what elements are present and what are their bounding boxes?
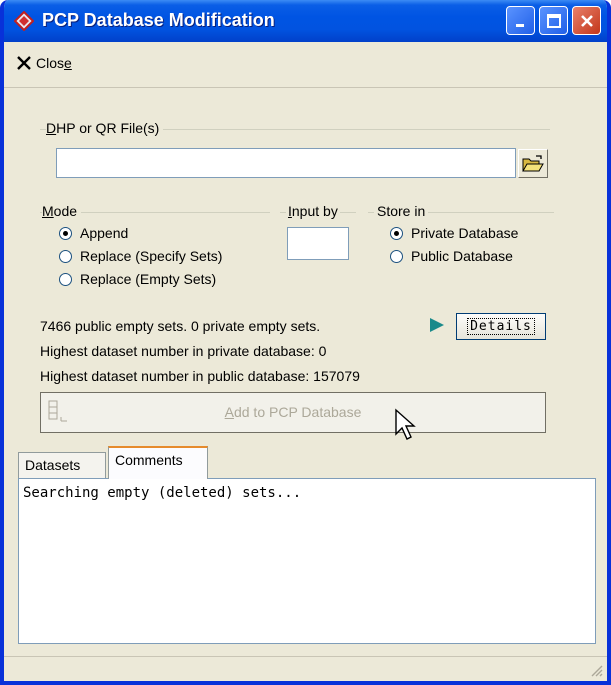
private-highest-text: Highest dataset number in private databa… [40,343,327,359]
title-bar[interactable]: PCP Database Modification [4,0,607,42]
add-label-mnemonic: A [224,404,234,420]
file-group-label: DHP or QR File(s) [46,120,164,136]
mode-replace-empty-radio[interactable]: Replace (Empty Sets) [59,271,216,287]
minimize-button[interactable] [506,6,535,35]
radio-button[interactable] [59,226,72,240]
mode-label-mnemonic: M [42,203,54,219]
store-in-label: Store in [374,203,429,219]
play-arrow-icon [430,318,444,332]
store-public-radio[interactable]: Public Database [390,248,513,264]
radio-button[interactable] [59,272,72,286]
cursor-icon [395,408,416,440]
radio-label: Public Database [411,248,513,264]
browse-button[interactable] [518,149,548,178]
x-close-icon [17,56,31,70]
radio-label: Private Database [411,225,519,241]
add-to-database-button[interactable]: Add to PCP Database [40,392,546,433]
mode-group-label: Mode [42,203,82,219]
radio-label: Replace (Empty Sets) [80,271,217,287]
output-text: Searching empty (deleted) sets... [23,485,302,501]
empty-sets-text: 7466 public empty sets. 0 private empty … [40,318,321,334]
close-window-button[interactable] [572,6,601,35]
close-label-mnemonic: e [64,55,72,71]
radio-label: Replace (Specify Sets) [80,248,223,264]
status-bar [4,656,607,681]
folder-open-icon [522,154,544,171]
add-button-label: Add to PCP Database [41,404,545,420]
size-grip-icon[interactable] [589,663,603,677]
public-highest-text: Highest dataset number in public databas… [40,368,360,384]
tab-comments[interactable]: Comments [108,446,208,479]
radio-button[interactable] [59,249,72,263]
close-menu-label: Close [36,55,72,71]
menu-bar: Close [4,42,607,88]
radio-button[interactable] [390,226,403,240]
mode-label-rest: ode [53,203,78,219]
close-label-text: Clos [36,55,65,71]
radio-label: Append [80,225,129,241]
input-by-field[interactable] [287,227,349,260]
maximize-button[interactable] [539,6,568,35]
store-private-radio[interactable]: Private Database [390,225,518,241]
details-button-label: Details [467,318,535,335]
close-menu-item[interactable]: Close [16,55,72,71]
details-button[interactable]: Details [456,313,546,340]
radio-button[interactable] [390,249,403,263]
minimize-icon [515,23,524,27]
window-title: PCP Database Modification [42,10,275,30]
mode-replace-specify-radio[interactable]: Replace (Specify Sets) [59,248,222,264]
close-icon [580,14,593,27]
file-label-rest: HP or QR File(s) [56,120,160,136]
output-pane[interactable]: Searching empty (deleted) sets... [18,478,596,644]
input-by-label: Input by [286,203,340,219]
main-window: PCP Database Modification Close DHP or Q… [0,0,611,685]
app-icon [14,11,34,31]
tab-datasets[interactable]: Datasets [18,452,106,478]
file-label-mnemonic: D [46,120,57,136]
input-by-rest: nput by [291,203,338,219]
mode-append-radio[interactable]: Append [59,225,128,241]
maximize-icon [546,13,561,28]
add-label-rest: dd to PCP Database [233,404,362,420]
file-path-input[interactable] [56,148,516,178]
